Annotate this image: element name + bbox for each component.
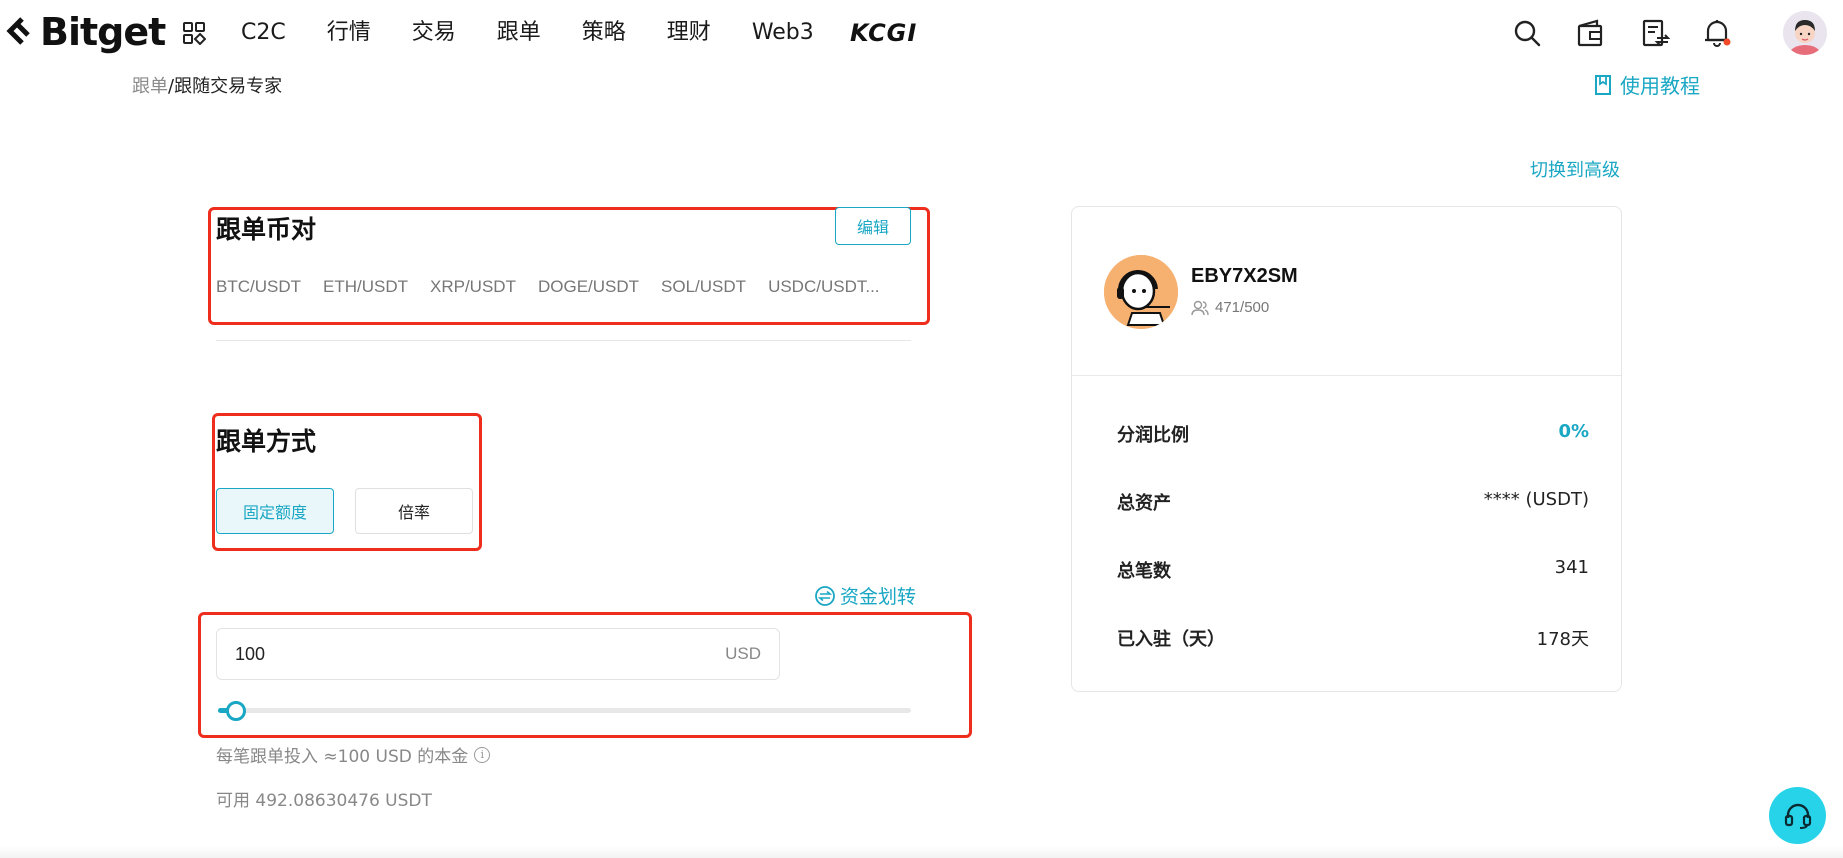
brand-name: Bitget [40, 10, 166, 54]
breadcrumb-parent[interactable]: 跟单 [132, 76, 168, 97]
trader-card: EBY7X2SM 471/500 分润比例 0% 总资产 **** (USDT)… [1071, 206, 1622, 692]
trader-followers: 471/500 [1191, 299, 1269, 316]
amount-slider-thumb[interactable] [226, 701, 246, 721]
stat-value: **** (USDT) [1483, 489, 1589, 510]
mode-multiplier-button[interactable]: 倍率 [355, 488, 473, 534]
stat-value: 341 [1554, 557, 1589, 578]
bottom-shadow [0, 846, 1843, 858]
section-divider [216, 340, 911, 341]
stat-label: 已入驻（天） [1117, 629, 1225, 650]
fund-transfer-link[interactable]: 资金划转 [814, 582, 916, 609]
support-chat-button[interactable] [1769, 787, 1826, 844]
amount-hint-text: 每笔跟单投入 ≈100 USD 的本金 [216, 747, 469, 767]
main-nav: C2C 行情 交易 跟单 策略 理财 Web3 [241, 20, 855, 46]
orders-icon[interactable] [1640, 18, 1670, 48]
wallet-icon[interactable] [1575, 18, 1605, 48]
breadcrumb-current: 跟随交易专家 [174, 76, 283, 97]
bookmark-icon [1595, 74, 1611, 95]
pair-item: USDC/USDT... [768, 277, 880, 296]
nav-item-strategy[interactable]: 策略 [582, 20, 626, 46]
pairs-list: BTC/USDT ETH/USDT XRP/USDT DOGE/USDT SOL… [216, 277, 902, 297]
breadcrumb: 跟单/跟随交易专家 [132, 72, 282, 98]
tutorial-link[interactable]: 使用教程 [1594, 70, 1700, 99]
annotation-box-pairs [208, 207, 930, 325]
edit-pairs-button[interactable]: 编辑 [835, 207, 911, 245]
bitget-logo-mark-icon [6, 17, 30, 45]
trader-avatar-icon [1104, 255, 1178, 329]
amount-slider[interactable] [218, 708, 911, 713]
nav-item-web3[interactable]: Web3 [752, 20, 814, 46]
amount-hint: 每笔跟单投入 ≈100 USD 的本金 i [216, 742, 491, 767]
stat-row-total-trades: 总笔数 341 [1117, 557, 1589, 583]
transfer-icon [815, 585, 835, 606]
stat-label: 分润比例 [1117, 425, 1189, 446]
mode-fixed-amount-button[interactable]: 固定额度 [216, 488, 334, 534]
search-icon[interactable] [1512, 18, 1542, 48]
pair-item: SOL/USDT [661, 277, 747, 296]
headset-icon [1784, 803, 1811, 829]
pair-item: BTC/USDT [216, 277, 301, 296]
nav-item-earn[interactable]: 理财 [667, 20, 711, 46]
bitget-logo[interactable]: Bitget [6, 10, 166, 54]
nav-item-c2c[interactable]: C2C [241, 20, 286, 46]
pair-item: XRP/USDT [430, 277, 516, 296]
card-divider [1072, 375, 1621, 376]
user-avatar-icon [1783, 11, 1827, 55]
amount-unit: USD [725, 644, 761, 663]
nav-item-markets[interactable]: 行情 [327, 20, 371, 46]
nav-item-copy-trading[interactable]: 跟单 [497, 20, 541, 46]
amount-input[interactable]: 100 USD [216, 628, 780, 680]
user-avatar[interactable] [1783, 11, 1827, 55]
amount-value: 100 [235, 643, 266, 664]
pairs-section-title: 跟单币对 [216, 215, 317, 244]
stat-value: 178天 [1536, 629, 1589, 650]
nav-item-trade[interactable]: 交易 [412, 20, 456, 46]
stat-row-days-joined: 已入驻（天） 178天 [1117, 625, 1589, 651]
stat-label: 总笔数 [1117, 561, 1171, 582]
trader-followers-count: 471/500 [1215, 299, 1270, 316]
top-header: Bitget C2C 行情 交易 跟单 策略 理财 Web3 KCGI [0, 0, 1843, 66]
trader-avatar[interactable] [1104, 255, 1178, 329]
apps-grid-icon[interactable] [182, 21, 206, 45]
pair-item: DOGE/USDT [537, 277, 640, 296]
users-icon [1191, 300, 1209, 315]
switch-advanced-link[interactable]: 切换到高级 [1530, 156, 1620, 182]
mode-section-title: 跟单方式 [216, 427, 317, 456]
fund-transfer-label: 资金划转 [840, 586, 917, 608]
info-icon[interactable]: i [474, 746, 491, 763]
pair-item: ETH/USDT [323, 277, 408, 296]
tutorial-label: 使用教程 [1620, 74, 1700, 98]
trader-name[interactable]: EBY7X2SM [1191, 265, 1298, 288]
stat-label: 总资产 [1117, 493, 1171, 514]
bell-icon[interactable] [1702, 18, 1732, 48]
available-balance: 可用 492.08630476 USDT [216, 791, 432, 811]
kcgi-logo[interactable]: KCGI [850, 19, 917, 47]
stat-value: 0% [1558, 421, 1589, 442]
stat-row-total-assets: 总资产 **** (USDT) [1117, 489, 1589, 515]
stat-row-profit-share: 分润比例 0% [1117, 421, 1589, 447]
